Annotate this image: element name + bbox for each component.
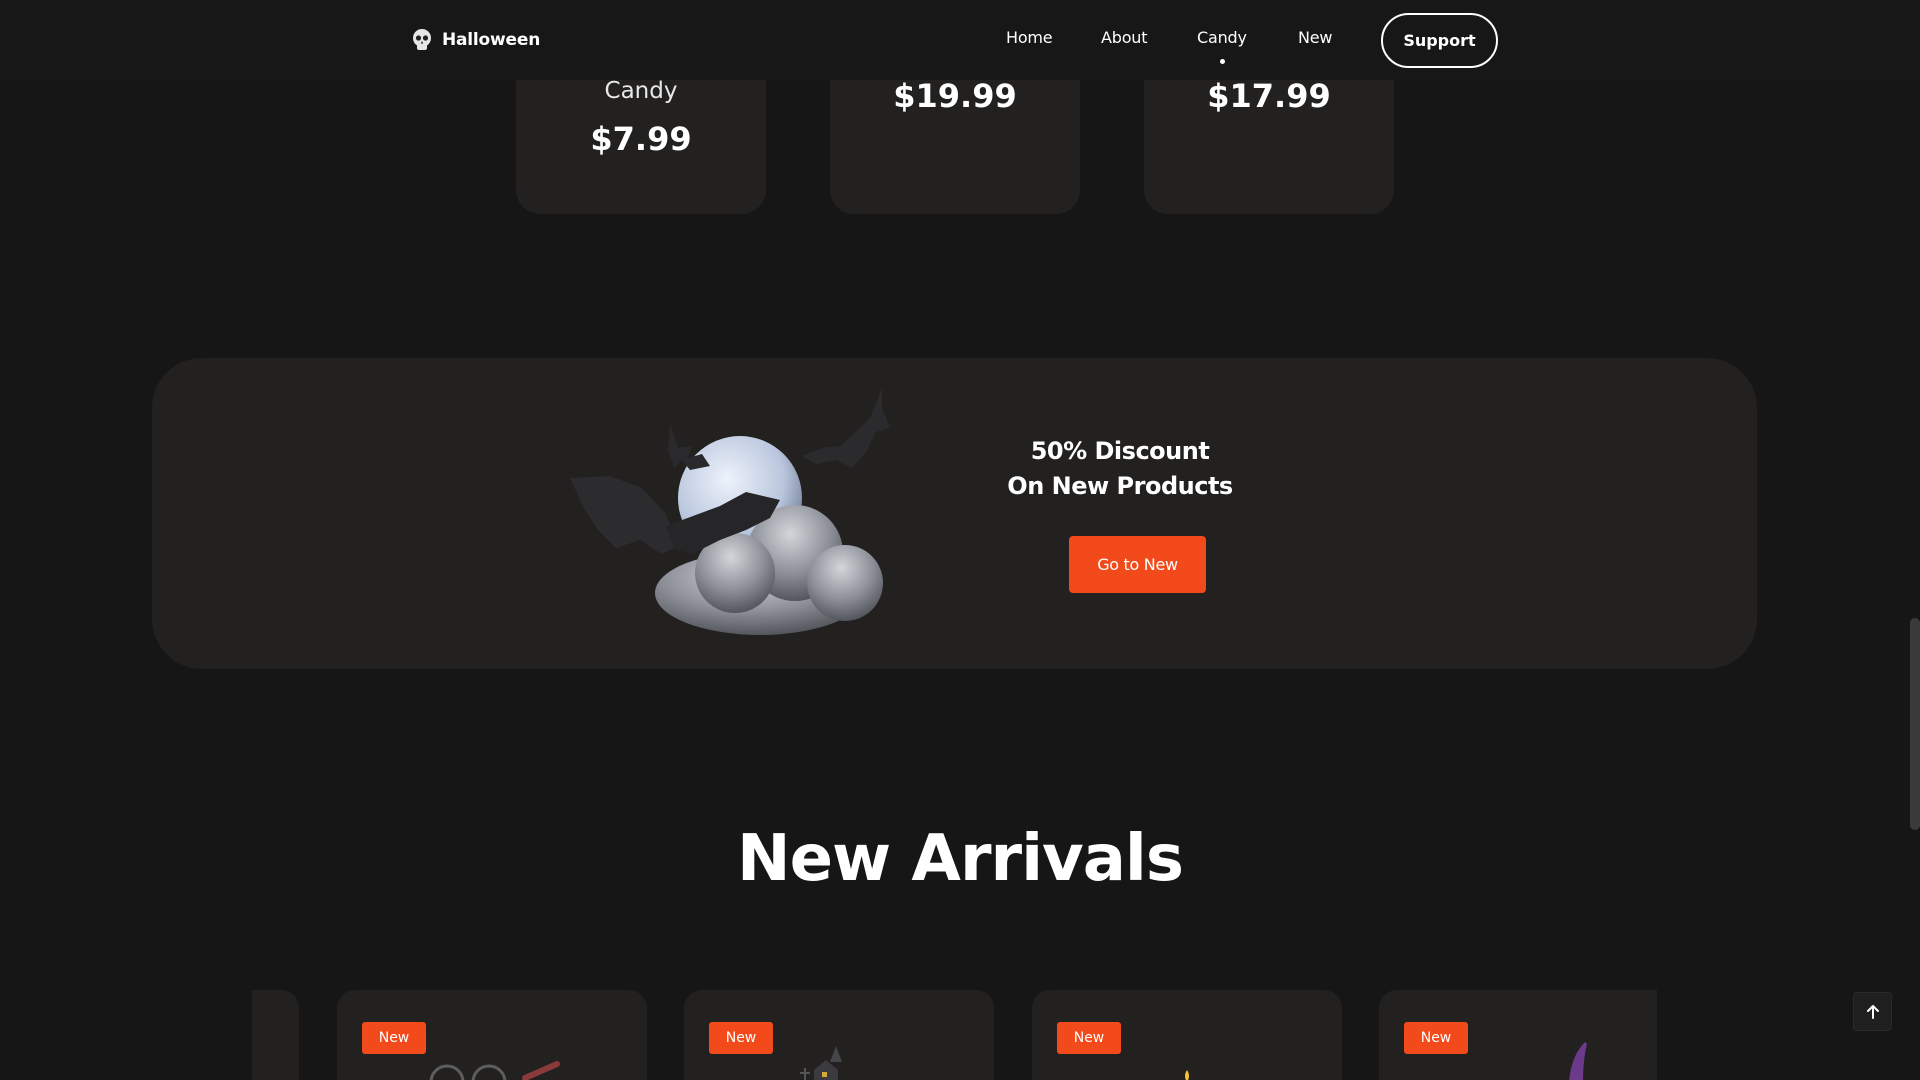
nav-about[interactable]: About (1101, 28, 1148, 47)
support-button[interactable]: Support (1381, 13, 1498, 68)
product-card-partial[interactable] (252, 990, 299, 1080)
scrollbar-thumb[interactable] (1910, 618, 1920, 830)
arrow-up-icon (1866, 1004, 1879, 1019)
product-card[interactable]: New (684, 990, 994, 1080)
scrollbar-track[interactable] (1908, 0, 1920, 1080)
discount-line-1: 50% Discount (1030, 437, 1210, 465)
nav-new[interactable]: New (1298, 28, 1333, 47)
nav-candy[interactable]: Candy (1197, 28, 1247, 47)
main-nav: Home About Candy New (0, 28, 1920, 54)
product-card[interactable]: New (1032, 990, 1342, 1080)
nav-home[interactable]: Home (1006, 28, 1053, 47)
product-price: $17.99 (1207, 77, 1331, 115)
discount-title: 50% Discount On New Products (952, 434, 1288, 504)
active-nav-indicator (1220, 59, 1225, 64)
discount-line-2: On New Products (1007, 472, 1233, 500)
product-name: Candy (604, 78, 678, 104)
product-card[interactable]: New (1379, 990, 1657, 1080)
new-arrivals-title: New Arrivals (737, 822, 1184, 896)
haunted-house-product-image (800, 1046, 842, 1080)
product-price: $7.99 (590, 120, 692, 158)
new-arrivals-carousel: New New New New (0, 990, 1920, 1080)
glasses-product-image (429, 1061, 560, 1080)
discount-banner: 50% Discount On New Products Go to New (152, 358, 1757, 669)
witch-hat-product-image (1569, 1042, 1587, 1080)
site-header: Halloween Home About Candy New Support (0, 0, 1920, 80)
candle-product-image (1185, 1070, 1189, 1080)
product-card[interactable]: New (337, 990, 647, 1080)
product-price: $19.99 (893, 77, 1017, 115)
back-to-top-button[interactable] (1853, 992, 1892, 1031)
moon-bats-cloud-image (570, 388, 900, 648)
go-to-new-button[interactable]: Go to New (1069, 536, 1206, 593)
